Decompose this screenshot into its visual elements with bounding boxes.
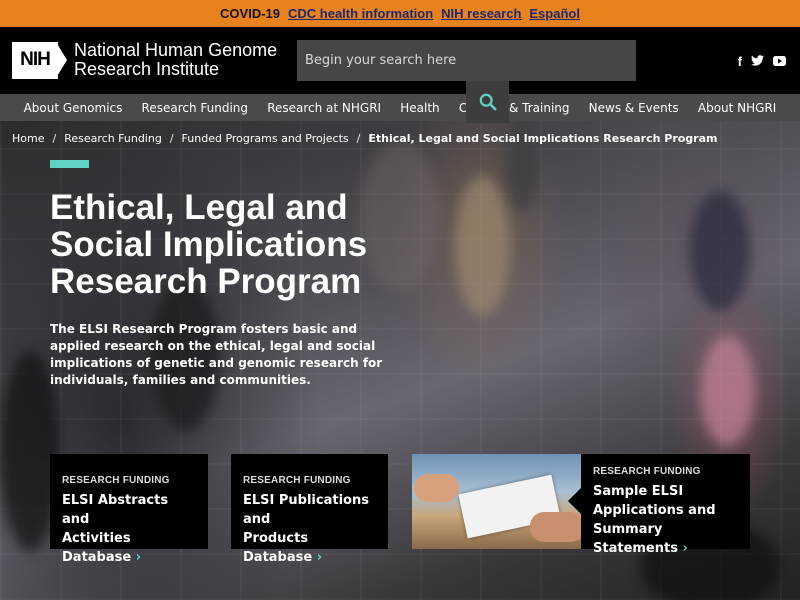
page-title-line: Ethical, Legal and (50, 188, 348, 227)
main-nav: About Genomics Research Funding Research… (0, 94, 800, 121)
org-name-line1: National Human Genome (74, 40, 278, 60)
page-title-line: Research Program (50, 262, 362, 301)
photo-hand (414, 474, 459, 502)
search-button[interactable] (466, 81, 509, 123)
breadcrumb-separator: / (356, 132, 361, 145)
search-box (297, 40, 636, 81)
nav-item-news-events[interactable]: News & Events (589, 101, 679, 115)
alert-label: COVID-19 (220, 6, 280, 21)
breadcrumb-separator: / (169, 132, 174, 145)
card-title-line: Summary Statements (593, 522, 678, 556)
site-header: NIH National Human Genome Research Insti… (0, 27, 800, 94)
card-title: Sample ELSI Applications and Summary Sta… (593, 482, 743, 558)
photo-hand (530, 512, 581, 542)
card-title: ELSI Abstracts and Activities Database › (62, 491, 196, 567)
intro-text: The ELSI Research Program fosters basic … (50, 322, 383, 387)
breadcrumb-current: Ethical, Legal and Social Implications R… (368, 132, 718, 145)
card-title-line: Sample ELSI (593, 484, 684, 499)
nav-item-health[interactable]: Health (400, 101, 439, 115)
nav-item-about-nhgri[interactable]: About NHGRI (698, 101, 776, 115)
hero-section: Home / Research Funding / Funded Program… (0, 121, 800, 600)
org-name-line2: Research Institute (74, 59, 220, 79)
card-notch (568, 488, 581, 514)
card-title-line: ELSI Publications and (243, 493, 369, 527)
nih-logo-mark: NIH (12, 41, 68, 79)
card-eyebrow: RESEARCH FUNDING (243, 475, 351, 486)
breadcrumb-research-funding[interactable]: Research Funding (64, 132, 162, 145)
card-sample-applications[interactable]: RESEARCH FUNDING Sample ELSI Application… (412, 454, 750, 556)
title-accent-line (50, 160, 89, 168)
breadcrumb-home[interactable]: Home (12, 132, 44, 145)
card-elsi-abstracts[interactable]: RESEARCH FUNDING ELSI Abstracts and Acti… (50, 454, 208, 565)
card-title-line: Products Database (243, 531, 313, 565)
card-eyebrow: RESEARCH FUNDING (593, 466, 701, 477)
espanol-link[interactable]: Español (529, 6, 580, 21)
card-title-line: Activities Database (62, 531, 132, 565)
site-logo[interactable]: NIH National Human Genome Research Insti… (12, 41, 277, 79)
org-name: National Human Genome Research Institute (74, 41, 277, 79)
nav-item-research-at-nhgri[interactable]: Research at NHGRI (267, 101, 381, 115)
search-input[interactable] (305, 53, 636, 68)
card-text: RESEARCH FUNDING Sample ELSI Application… (593, 466, 743, 558)
cdc-link[interactable]: CDC health information (288, 6, 433, 21)
card-title: ELSI Publications and Products Database … (243, 491, 376, 567)
breadcrumb-funded-programs[interactable]: Funded Programs and Projects (182, 132, 349, 145)
facebook-icon[interactable]: f (738, 54, 742, 69)
hero-crowd-figure (700, 336, 755, 446)
nih-logo-arrow (56, 41, 67, 78)
hero-crowd-figure (455, 176, 510, 316)
chevron-right-icon: › (135, 550, 142, 565)
nih-logo-text: NIH (12, 41, 58, 79)
card-title-line: Applications and (593, 503, 716, 518)
card-elsi-publications[interactable]: RESEARCH FUNDING ELSI Publications and P… (231, 454, 388, 565)
card-eyebrow: RESEARCH FUNDING (62, 475, 170, 486)
nih-research-link[interactable]: NIH research (441, 6, 521, 21)
chevron-right-icon: › (316, 550, 323, 565)
hero-crowd-figure (690, 191, 750, 311)
search-icon (479, 93, 496, 111)
page-title-line: Social Implications (50, 225, 368, 264)
page-title: Ethical, Legal and Social Implications R… (50, 189, 450, 300)
nav-item-research-funding[interactable]: Research Funding (142, 101, 249, 115)
alert-bar: COVID-19 CDC health information NIH rese… (0, 0, 800, 27)
breadcrumb: Home / Research Funding / Funded Program… (12, 132, 718, 145)
card-title-line: ELSI Abstracts and (62, 493, 169, 527)
social-links: f (738, 54, 786, 69)
card-photo-signing-document (412, 454, 581, 549)
twitter-icon[interactable] (751, 54, 764, 69)
chevron-right-icon: › (682, 541, 688, 556)
nav-item-about-genomics[interactable]: About Genomics (24, 101, 123, 115)
youtube-icon[interactable] (773, 54, 786, 69)
breadcrumb-separator: / (52, 132, 57, 145)
